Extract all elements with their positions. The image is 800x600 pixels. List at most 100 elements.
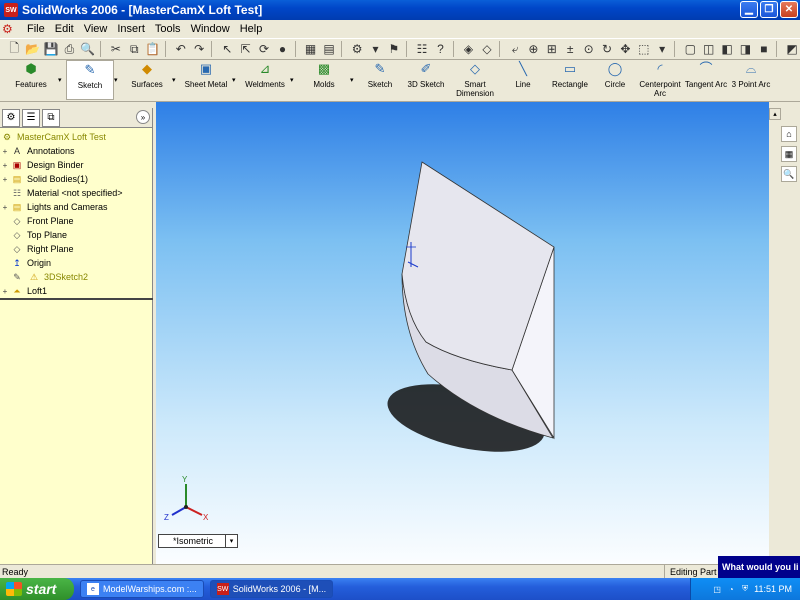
network-icon[interactable]: ◳ <box>712 584 722 594</box>
view-orientation-icon[interactable]: ◈ <box>460 40 476 58</box>
cm-weldments-button[interactable]: ⊿ Weldments <box>240 60 290 100</box>
view-normal-icon[interactable]: ◇ <box>479 40 495 58</box>
security-icon[interactable]: ⛨ <box>740 584 750 594</box>
document-icon[interactable]: ⚙ <box>2 22 18 36</box>
previous-view-icon[interactable]: ⤶ <box>507 40 523 58</box>
paste-icon[interactable]: 📋 <box>144 40 160 58</box>
tree-item-annotations[interactable]: + A Annotations <box>0 144 152 158</box>
new-icon[interactable]: 🗋 <box>6 40 22 58</box>
cm-tangent-arc-button[interactable]: ⌒ Tangent Arc <box>684 60 728 100</box>
section-view-icon[interactable]: ◩ <box>784 40 800 58</box>
zoom-area-icon[interactable]: ⊞ <box>544 40 560 58</box>
wireframe-icon[interactable]: ▢ <box>682 40 698 58</box>
expand-icon[interactable]: + <box>0 203 10 212</box>
expand-icon[interactable]: + <box>0 175 10 184</box>
chevron-down-icon[interactable]: ▾ <box>232 60 240 84</box>
options-icon[interactable]: ⚙ <box>349 40 365 58</box>
tree-item-lights-cameras[interactable]: + ▤ Lights and Cameras <box>0 200 152 214</box>
save-icon[interactable]: 💾 <box>43 40 59 58</box>
cm-3d-sketch-button[interactable]: ✐ 3D Sketch <box>402 60 450 100</box>
print-preview-icon[interactable]: 🔍 <box>80 40 96 58</box>
cm-smart-dimension-button[interactable]: ◇ Smart Dimension <box>450 60 500 100</box>
minimize-button[interactable]: ▁ <box>740 1 758 18</box>
select-other-icon[interactable]: ⇱ <box>238 40 254 58</box>
zoom-in-out-icon[interactable]: ± <box>562 40 578 58</box>
rotate-icon[interactable]: ↻ <box>599 40 615 58</box>
cm-surfaces-button[interactable]: ◆ Surfaces <box>122 60 172 100</box>
solidworks-app-icon[interactable]: SW <box>4 3 18 17</box>
start-button[interactable]: start <box>0 578 74 600</box>
menu-help[interactable]: Help <box>235 23 268 35</box>
cm-3-point-arc-button[interactable]: ⌓ 3 Point Arc <box>728 60 774 100</box>
select-icon[interactable]: ↖ <box>219 40 235 58</box>
cm-sheet-metal-button[interactable]: ▣ Sheet Metal <box>180 60 232 100</box>
tree-item-loft1[interactable]: + ⏶ Loft1 <box>0 284 152 298</box>
zoom-selection-icon[interactable]: ⊙ <box>580 40 596 58</box>
chevron-down-icon[interactable]: ▾ <box>350 60 358 84</box>
shaded-icon[interactable]: ■ <box>756 40 772 58</box>
collapse-panel-icon[interactable]: » <box>136 110 150 124</box>
document-properties-icon[interactable]: ☷ <box>414 40 430 58</box>
print-icon[interactable]: ⎙ <box>61 40 77 58</box>
chevron-down-icon[interactable]: ▾ <box>172 60 180 84</box>
pan-icon[interactable]: ✥ <box>617 40 633 58</box>
menu-tools[interactable]: Tools <box>150 23 186 35</box>
cm-centerpoint-arc-button[interactable]: ◜ Centerpoint Arc <box>636 60 684 100</box>
design-library-icon[interactable]: ▦ <box>781 146 797 162</box>
hidden-removed-icon[interactable]: ◧ <box>719 40 735 58</box>
tree-root[interactable]: ⚙ MasterCamX Loft Test <box>0 130 152 144</box>
home-icon[interactable]: ⌂ <box>781 126 797 142</box>
help-icon[interactable]: ? <box>432 40 448 58</box>
cm-circle-button[interactable]: ◯ Circle <box>594 60 636 100</box>
open-icon[interactable]: 📂 <box>24 40 40 58</box>
shaded-edges-icon[interactable]: ◨ <box>737 40 753 58</box>
properties-icon[interactable]: ▤ <box>321 40 337 58</box>
menu-edit[interactable]: Edit <box>50 23 79 35</box>
volume-icon[interactable]: ◔ <box>726 584 736 594</box>
cm-features-button[interactable]: ⬢ Features <box>4 60 58 100</box>
configuration-manager-tab-icon[interactable]: ⧉ <box>42 108 60 127</box>
taskbar-item-solidworks[interactable]: SW SolidWorks 2006 - [M... <box>209 580 334 598</box>
property-manager-tab-icon[interactable]: ☰ <box>22 108 40 127</box>
close-button[interactable]: ✕ <box>780 1 798 18</box>
3d-drawing-icon[interactable]: ⬚ <box>636 40 652 58</box>
view-triad[interactable]: Y X Z <box>164 475 209 522</box>
chevron-down-icon[interactable]: ▾ <box>367 40 383 58</box>
tree-item-right-plane[interactable]: ◇ Right Plane <box>0 242 152 256</box>
redo-icon[interactable]: ↷ <box>191 40 207 58</box>
chevron-down-icon[interactable]: ▾ <box>654 40 670 58</box>
zoom-to-fit-icon[interactable]: ⊕ <box>525 40 541 58</box>
cm-sketch-tool-button[interactable]: ✎ Sketch <box>358 60 402 100</box>
cm-molds-button[interactable]: ▩ Molds <box>298 60 350 100</box>
flag-icon[interactable]: ⚑ <box>386 40 402 58</box>
cm-sketch-button[interactable]: ✎ Sketch <box>66 60 114 100</box>
view-orientation-dropdown[interactable]: *Isometric ▾ <box>158 534 238 548</box>
hidden-lines-icon[interactable]: ◫ <box>701 40 717 58</box>
feature-manager-tab-icon[interactable]: ⚙ <box>2 108 20 127</box>
copy-icon[interactable]: ⧉ <box>126 40 142 58</box>
help-balloon[interactable]: What would you li <box>718 556 800 578</box>
tree-item-material[interactable]: ☷ Material <not specified> <box>0 186 152 200</box>
chevron-down-icon[interactable]: ▾ <box>114 60 122 84</box>
clock[interactable]: 11:51 PM <box>754 584 792 594</box>
menu-window[interactable]: Window <box>186 23 235 35</box>
menu-insert[interactable]: Insert <box>112 23 150 35</box>
maximize-button[interactable]: ❐ <box>760 1 778 18</box>
undo-icon[interactable]: ↶ <box>173 40 189 58</box>
taskbar-item-browser[interactable]: e ModelWarships.com :... <box>80 580 204 598</box>
model-view[interactable]: Y X Z <box>156 102 769 564</box>
expand-icon[interactable]: + <box>0 287 10 296</box>
expand-icon[interactable]: + <box>0 147 10 156</box>
tree-item-3dsketch2[interactable]: ✎ ⚠ 3DSketch2 <box>0 270 152 284</box>
menu-view[interactable]: View <box>79 23 113 35</box>
tree-item-design-binder[interactable]: + ▣ Design Binder <box>0 158 152 172</box>
traffic-light-icon[interactable]: ● <box>274 40 290 58</box>
grid-icon[interactable]: ▦ <box>302 40 318 58</box>
tree-item-solid-bodies[interactable]: + ▤ Solid Bodies(1) <box>0 172 152 186</box>
panel-divider[interactable] <box>0 298 153 300</box>
scroll-up-icon[interactable]: ▴ <box>769 108 781 120</box>
chevron-down-icon[interactable]: ▾ <box>58 60 66 84</box>
expand-icon[interactable]: + <box>0 161 10 170</box>
graphics-viewport[interactable]: Y X Z <box>156 102 769 564</box>
cm-line-button[interactable]: ╲ Line <box>500 60 546 100</box>
